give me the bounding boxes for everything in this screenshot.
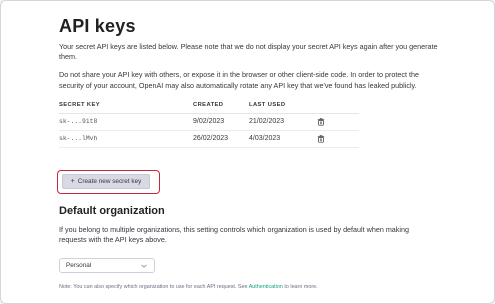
default-organization-description: If you belong to multiple organizations,… xyxy=(59,225,409,245)
header-created: CREATED xyxy=(193,100,249,114)
page-title: API keys xyxy=(59,16,136,36)
secret-key-cell: sk-...9it8 xyxy=(59,113,193,131)
trash-icon[interactable] xyxy=(317,135,325,143)
secret-key-cell: sk-...lMvh xyxy=(59,130,193,148)
table-row: sk-...9it8 9/02/2023 21/02/2023 xyxy=(59,113,359,131)
intro-text: Your secret API keys are listed below. P… xyxy=(59,42,438,62)
delete-key-button[interactable] xyxy=(317,130,359,148)
delete-key-button[interactable] xyxy=(317,113,359,131)
create-secret-key-button[interactable]: + Create new secret key xyxy=(62,174,150,189)
authentication-link[interactable]: Authentication xyxy=(249,284,283,290)
header-last-used: LAST USED xyxy=(249,100,317,114)
plus-icon: + xyxy=(70,178,75,185)
create-secret-key-label: Create new secret key xyxy=(77,178,142,185)
warning-text: Do not share your API key with others, o… xyxy=(59,70,419,90)
organization-select[interactable]: Personal xyxy=(59,258,155,273)
default-organization-heading: Default organization xyxy=(59,205,165,217)
api-keys-table: SECRET KEY CREATED LAST USED sk-...9it8 … xyxy=(59,100,359,148)
last-used-cell: 4/03/2023 xyxy=(249,130,317,148)
header-actions xyxy=(317,100,359,114)
table-row: sk-...lMvh 26/02/2023 4/03/2023 xyxy=(59,130,359,148)
main-panel: API keys Your secret API keys are listed… xyxy=(0,0,495,304)
chevron-down-icon xyxy=(141,264,147,268)
created-cell: 9/02/2023 xyxy=(193,113,249,131)
api-keys-section: API keys Your secret API keys are listed… xyxy=(57,15,439,290)
note-text-before: Note: You can also specify which organiz… xyxy=(59,284,249,290)
note-text-after: to learn more. xyxy=(282,284,318,290)
header-secret-key: SECRET KEY xyxy=(59,100,193,114)
table-header-row: SECRET KEY CREATED LAST USED xyxy=(59,100,359,114)
last-used-cell: 21/02/2023 xyxy=(249,113,317,131)
organization-select-value: Personal xyxy=(66,262,92,269)
created-cell: 26/02/2023 xyxy=(193,130,249,148)
organization-note: Note: You can also specify which organiz… xyxy=(59,283,439,291)
trash-icon[interactable] xyxy=(317,118,325,126)
